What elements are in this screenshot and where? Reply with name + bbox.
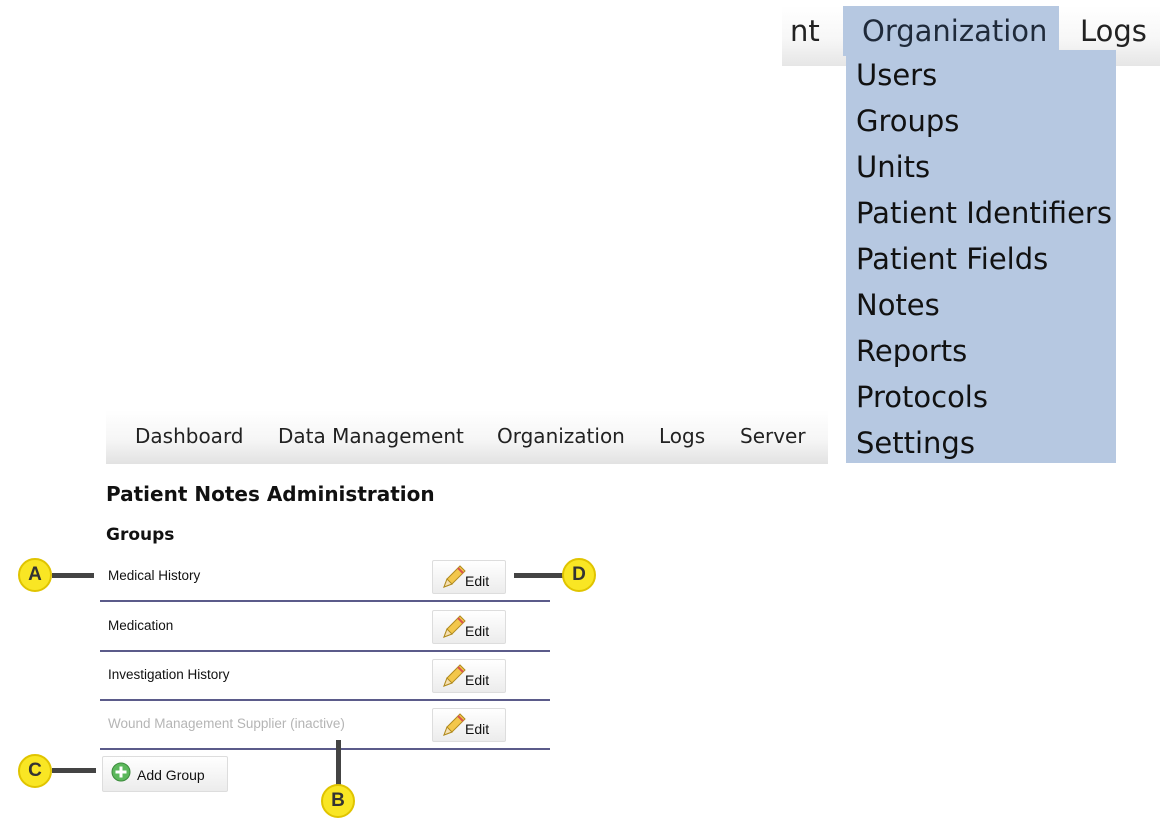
edit-button-label: Edit <box>465 573 490 589</box>
dropdown-item-groups[interactable]: Groups <box>846 96 1116 142</box>
edit-button-label: Edit <box>465 672 490 688</box>
dropdown-item-notes[interactable]: Notes <box>846 280 1116 326</box>
zoomed-menu-item-organization[interactable]: Organization <box>843 6 1059 56</box>
plus-circle-icon <box>111 762 131 782</box>
group-name: Medication <box>108 618 174 633</box>
pencil-icon <box>443 664 466 687</box>
dropdown-item-patient-fields[interactable]: Patient Fields <box>846 234 1116 280</box>
zoomed-menu-item-logs[interactable]: Logs <box>1080 6 1147 56</box>
organization-dropdown: Users Groups Units Patient Identifiers P… <box>846 50 1116 463</box>
add-group-label: Add Group <box>137 767 205 783</box>
group-row-inactive: Wound Management Supplier (inactive) Edi… <box>100 700 550 750</box>
nav-item-server[interactable]: Server <box>740 421 806 451</box>
edit-button-label: Edit <box>465 721 490 737</box>
edit-button[interactable]: Edit <box>432 610 506 644</box>
callout-c: C <box>18 754 52 788</box>
edit-button[interactable]: Edit <box>432 659 506 693</box>
nav-item-dashboard[interactable]: Dashboard <box>135 421 244 451</box>
group-row: Investigation History Edit <box>100 651 550 701</box>
dropdown-item-settings[interactable]: Settings <box>846 418 1116 464</box>
callout-a: A <box>18 558 52 592</box>
pencil-icon <box>443 713 466 736</box>
callout-d-line <box>514 573 566 578</box>
page-title: Patient Notes Administration <box>106 482 435 506</box>
dropdown-item-protocols[interactable]: Protocols <box>846 372 1116 418</box>
group-name: Medical History <box>108 568 201 583</box>
dropdown-item-units[interactable]: Units <box>846 142 1116 188</box>
zoomed-menu-item-partial[interactable]: nt <box>790 6 820 56</box>
pencil-icon <box>443 615 466 638</box>
group-row: Medication Edit <box>100 602 550 652</box>
add-group-button[interactable]: Add Group <box>102 756 228 792</box>
nav-item-logs[interactable]: Logs <box>659 421 705 451</box>
callout-c-line <box>52 768 96 773</box>
pencil-icon <box>443 565 466 588</box>
group-row: Medical History Edit <box>100 552 550 602</box>
nav-item-data-management[interactable]: Data Management <box>278 421 464 451</box>
callout-a-line <box>52 573 94 578</box>
edit-button[interactable]: Edit <box>432 560 506 594</box>
dropdown-item-patient-identifiers[interactable]: Patient Identifiers <box>846 188 1116 234</box>
callout-b-line <box>336 740 341 790</box>
callout-d: D <box>562 558 596 592</box>
group-name: Investigation History <box>108 667 230 682</box>
edit-button[interactable]: Edit <box>432 708 506 742</box>
group-name: Wound Management Supplier (inactive) <box>108 716 345 731</box>
edit-button-label: Edit <box>465 623 490 639</box>
dropdown-item-users[interactable]: Users <box>846 50 1116 96</box>
section-title-groups: Groups <box>106 525 175 545</box>
callout-b: B <box>321 784 355 818</box>
dropdown-item-reports[interactable]: Reports <box>846 326 1116 372</box>
nav-item-organization[interactable]: Organization <box>497 421 625 451</box>
